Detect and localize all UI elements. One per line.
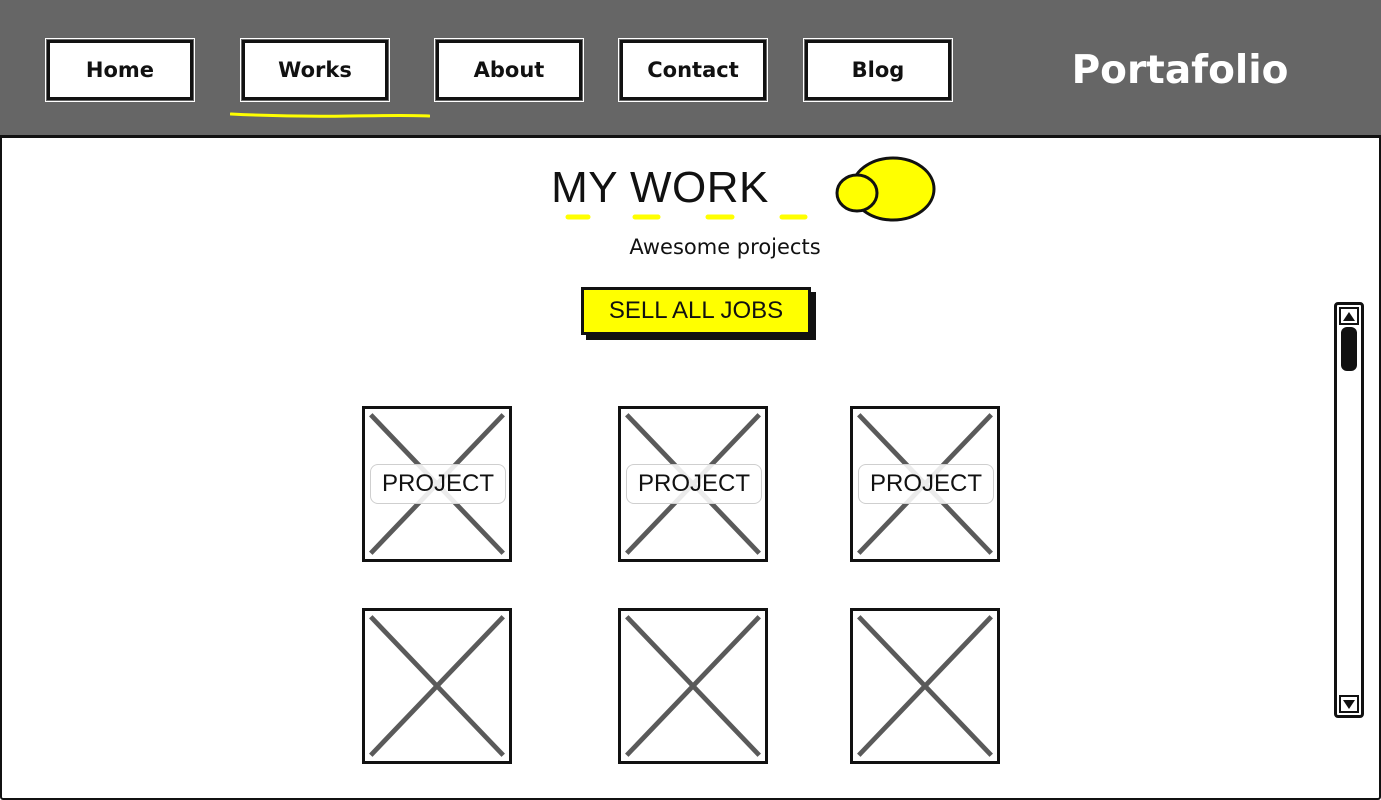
image-placeholder-icon xyxy=(369,615,505,757)
project-tile[interactable] xyxy=(362,608,512,764)
title-dash-underline xyxy=(565,214,808,220)
nav-contact-label: Contact xyxy=(647,58,739,82)
project-label: PROJECT xyxy=(858,464,994,504)
image-placeholder-icon xyxy=(625,615,761,757)
project-tile[interactable] xyxy=(850,608,1000,764)
project-tile[interactable]: PROJECT xyxy=(618,406,768,562)
page-title: MY WORK xyxy=(551,163,769,212)
scroll-up-button[interactable] xyxy=(1339,307,1359,325)
page-subtitle: Awesome projects xyxy=(629,235,821,259)
nav-home-label: Home xyxy=(85,58,155,82)
project-label: PROJECT xyxy=(370,464,506,504)
project-label: PROJECT xyxy=(626,464,762,504)
nav-works-button[interactable]: Works xyxy=(240,38,390,102)
see-all-jobs-button[interactable]: SELL ALL JOBS xyxy=(581,287,811,335)
brand-title: Portafolio xyxy=(1071,47,1289,93)
image-placeholder-icon xyxy=(857,615,993,757)
project-tile[interactable]: PROJECT xyxy=(850,406,1000,562)
scroll-down-button[interactable] xyxy=(1339,695,1359,713)
nav-contact-button[interactable]: Contact xyxy=(618,38,768,102)
active-nav-underline xyxy=(230,112,430,118)
nav-about-button[interactable]: About xyxy=(434,38,584,102)
see-all-jobs-label: SELL ALL JOBS xyxy=(608,297,784,324)
arrow-up-icon xyxy=(1343,311,1355,321)
header-bar: Home Works About Contact Blog Portafolio xyxy=(0,0,1381,138)
nav-blog-button[interactable]: Blog xyxy=(803,38,953,102)
nav-blog-label: Blog xyxy=(851,58,905,82)
vertical-scrollbar[interactable] xyxy=(1334,302,1364,718)
scrollbar-thumb[interactable] xyxy=(1341,327,1357,371)
nav-works-label: Works xyxy=(278,58,352,82)
decorative-circles-icon xyxy=(835,156,936,222)
nav-home-button[interactable]: Home xyxy=(45,38,195,102)
project-tile[interactable]: PROJECT xyxy=(362,406,512,562)
arrow-down-icon xyxy=(1343,699,1355,709)
nav-about-label: About xyxy=(473,58,545,82)
project-tile[interactable] xyxy=(618,608,768,764)
